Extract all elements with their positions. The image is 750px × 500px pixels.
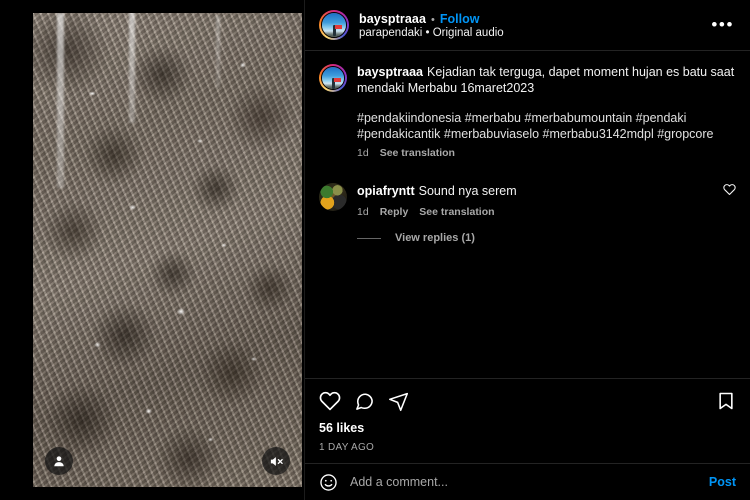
- caption-timestamp: 1d: [357, 147, 369, 159]
- caption-see-translation[interactable]: See translation: [380, 147, 455, 159]
- comment-input[interactable]: [350, 475, 697, 489]
- post-header: baysptraaa • Follow parapendaki • Origin…: [305, 0, 750, 50]
- caption-username[interactable]: baysptraaa: [357, 65, 423, 79]
- comment-bubble-icon[interactable]: [354, 391, 375, 412]
- rain-streak: [129, 13, 135, 123]
- video-player[interactable]: [33, 13, 302, 487]
- list-item: opiafryntt Sound nya serem 1d Reply See t…: [319, 183, 736, 218]
- comment-text: Sound nya serem: [418, 184, 517, 198]
- likes-count[interactable]: 56 likes: [319, 421, 736, 435]
- actions-section: 56 likes 1 DAY AGO: [305, 379, 750, 463]
- audio-attribution[interactable]: parapendaki • Original audio: [359, 27, 504, 39]
- replies-line: [357, 237, 381, 239]
- bookmark-outline-icon[interactable]: [716, 391, 736, 411]
- avatar[interactable]: [319, 10, 349, 40]
- caption-hashtags[interactable]: #pendakiindonesia #merbabu #merbabumount…: [357, 110, 736, 142]
- share-paperplane-icon[interactable]: [388, 391, 409, 412]
- instagram-post-viewer: baysptraaa • Follow parapendaki • Origin…: [0, 0, 750, 500]
- rain-streak: [216, 16, 220, 88]
- comment-composer: Post: [305, 464, 750, 500]
- separator-dot: •: [431, 13, 435, 26]
- action-bar: [319, 379, 736, 419]
- heart-outline-icon[interactable]: [715, 183, 736, 201]
- header-text-block: baysptraaa • Follow parapendaki • Origin…: [359, 12, 504, 39]
- video-frame-image: [33, 13, 302, 487]
- media-column: [0, 0, 304, 500]
- emoji-smiley-icon[interactable]: [319, 473, 338, 492]
- avatar[interactable]: [319, 64, 347, 92]
- comment-reply-button[interactable]: Reply: [380, 206, 409, 218]
- comments-scroll-area[interactable]: baysptraaa Kejadian tak terguga, dapet mo…: [305, 51, 750, 378]
- more-options-icon[interactable]: •••: [709, 16, 736, 33]
- rain-streak: [57, 13, 64, 188]
- post-comment-button[interactable]: Post: [709, 475, 736, 489]
- comment-username[interactable]: opiafryntt: [357, 184, 415, 198]
- person-tag-icon[interactable]: [45, 447, 73, 475]
- post-timestamp: 1 DAY AGO: [319, 442, 375, 453]
- commenter-avatar[interactable]: [319, 183, 347, 211]
- comment-see-translation[interactable]: See translation: [419, 206, 494, 218]
- post-info-panel: baysptraaa • Follow parapendaki • Origin…: [304, 0, 750, 500]
- comment-timestamp: 1d: [357, 206, 369, 218]
- view-replies-button[interactable]: View replies (1): [395, 232, 475, 244]
- heart-outline-icon[interactable]: [319, 390, 341, 412]
- caption-block: baysptraaa Kejadian tak terguga, dapet mo…: [319, 64, 736, 159]
- follow-button[interactable]: Follow: [440, 12, 480, 26]
- post-author-username[interactable]: baysptraaa: [359, 12, 426, 26]
- view-replies-row[interactable]: View replies (1): [357, 232, 736, 244]
- audio-muted-icon[interactable]: [262, 447, 290, 475]
